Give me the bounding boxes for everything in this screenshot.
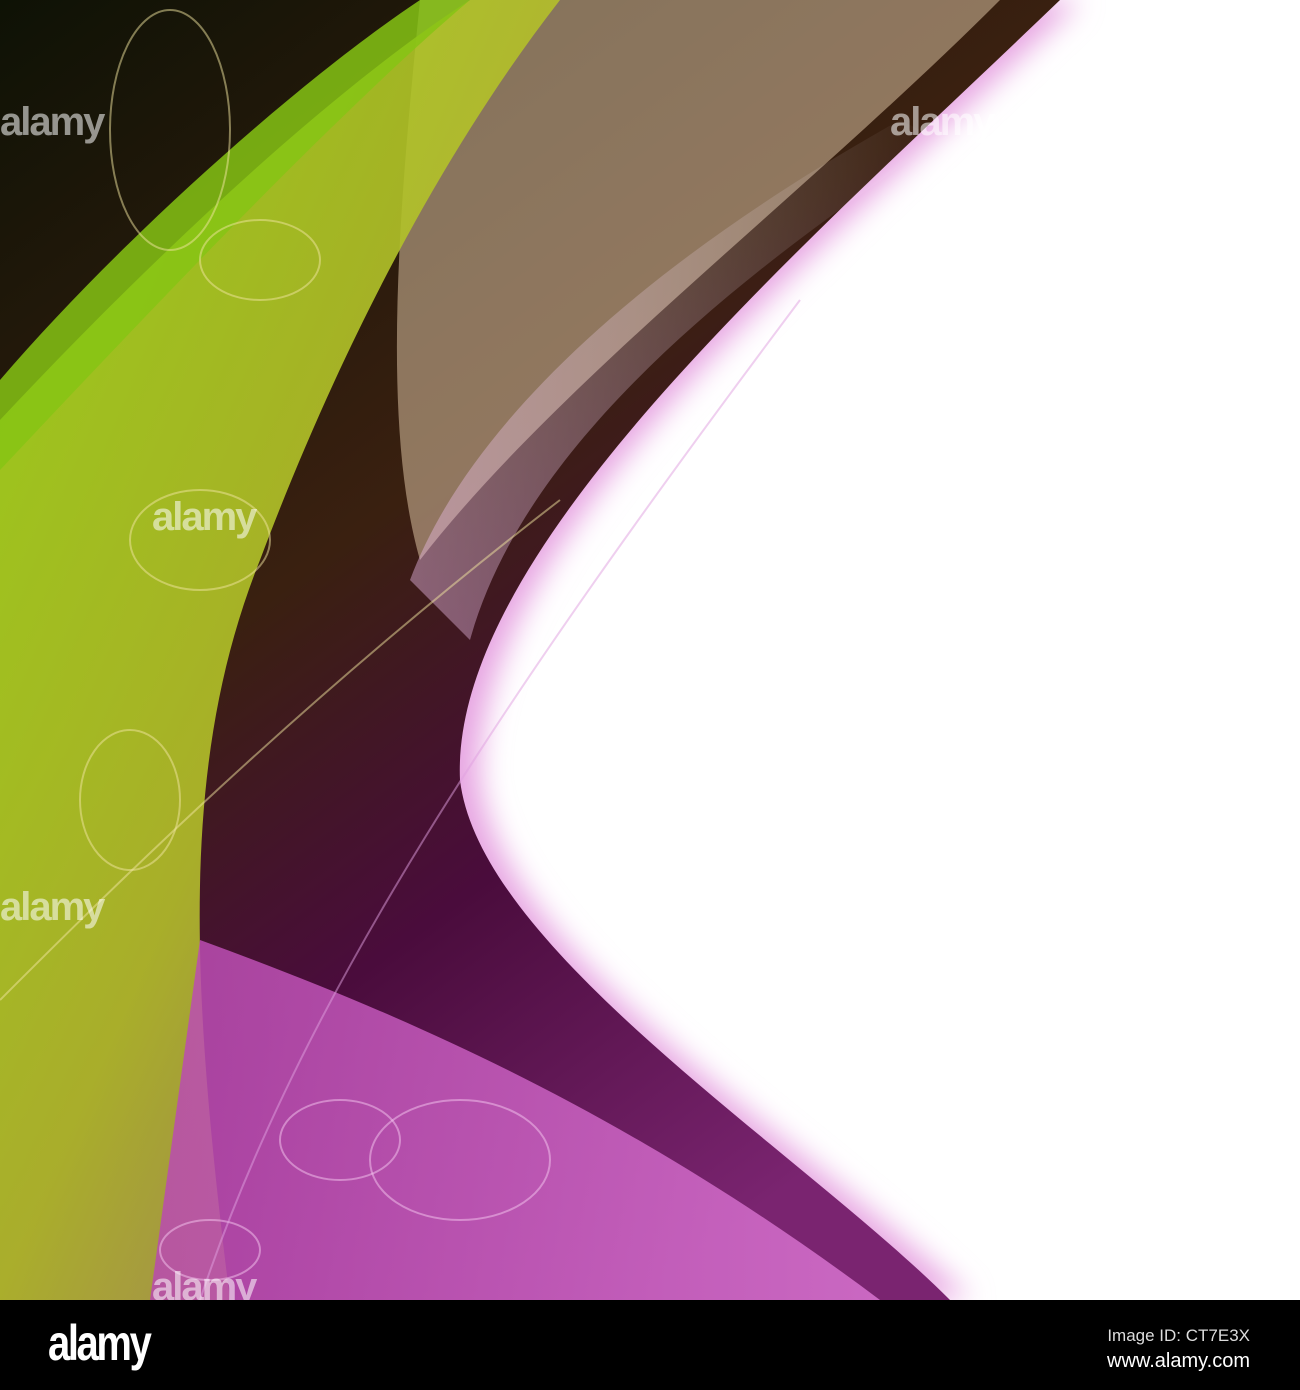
watermark: alamy: [890, 100, 995, 144]
watermark: alamy: [0, 885, 105, 929]
abstract-wave-artwork: [0, 0, 1300, 1300]
watermark: alamy: [152, 495, 257, 539]
image-id: Image ID: CT7E3X: [1107, 1326, 1250, 1345]
alamy-logo: alamy: [48, 1315, 152, 1371]
website-link[interactable]: www.alamy.com: [1107, 1350, 1250, 1373]
watermark: alamy: [0, 100, 105, 144]
footer-bar: alamy Image ID: CT7E3X www.alamy.com: [0, 1300, 1300, 1390]
